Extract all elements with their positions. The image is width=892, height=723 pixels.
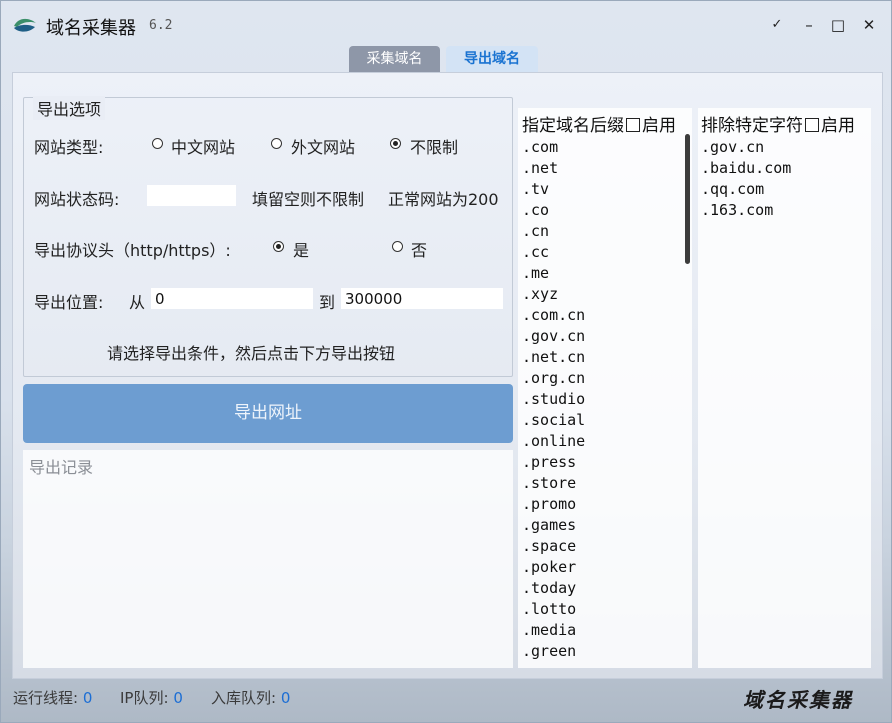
suffix-list-item[interactable]: .net [522,158,585,179]
exclude-list-item[interactable]: .163.com [701,200,791,221]
close-button[interactable]: ✕ [858,15,880,35]
position-from-input[interactable] [151,288,313,309]
suffix-enable-checkbox[interactable] [626,118,640,132]
suffix-list-item[interactable]: .com.cn [522,305,585,326]
position-from-label: 从 [129,293,146,312]
app-version: 6.2 [149,18,173,33]
pin-icon[interactable]: ✓ [766,15,788,35]
brand-logo: 域名采集器 [743,688,853,712]
exclude-enable-label[interactable]: 启用 [821,116,855,136]
suffix-list-item[interactable]: .cn [522,221,585,242]
radio-chinese-site[interactable] [152,138,163,149]
radio-protocol-no[interactable] [392,241,403,252]
radio-foreign-site-label[interactable]: 外文网站 [291,134,355,158]
exclude-panel-header: 排除特定字符 启用 [701,111,855,136]
suffix-list-item[interactable]: .games [522,515,585,536]
suffix-list-item[interactable]: .net.cn [522,347,585,368]
suffix-list-item[interactable]: .poker [522,557,585,578]
suffix-list-item[interactable]: .com [522,137,585,158]
radio-chinese-site-label[interactable]: 中文网站 [171,134,235,158]
export-log-area[interactable]: 导出记录 [23,450,513,668]
title-bar: 域名采集器 6.2 ✓ – □ ✕ [1,1,891,49]
suffix-list-item[interactable]: .space [522,536,585,557]
suffix-enable-label[interactable]: 启用 [642,116,676,136]
suffix-list[interactable]: .com .net .tv .co .cn .cc .me .xyz .com.cn .gov.c… [522,137,585,662]
protocol-label: 导出协议头（http/https）: [34,241,231,260]
app-title: 域名采集器 [46,18,136,39]
suffix-list-item[interactable]: .media [522,620,585,641]
status-db-label: 入库队列: [211,689,277,707]
suffix-list-item[interactable]: .press [522,452,585,473]
suffix-list-item[interactable]: .today [522,578,585,599]
position-to-label: 到 [319,293,336,312]
position-to-input[interactable] [341,288,503,309]
suffix-list-item[interactable]: .store [522,473,585,494]
suffix-list-item[interactable]: .social [522,410,585,431]
tab-collect-domains[interactable]: 采集域名 [349,46,440,72]
app-window: 域名采集器 6.2 ✓ – □ ✕ 采集域名 导出域名 导出选项 网站类型: 中… [0,0,892,723]
suffix-list-item[interactable]: .tv [522,179,585,200]
suffix-list-scrollbar[interactable] [685,134,690,264]
radio-protocol-no-label[interactable]: 否 [411,237,427,261]
export-options-legend: 导出选项 [33,96,106,120]
suffix-list-item[interactable]: .cc [522,242,585,263]
status-code-hint-normal: 正常网站为200 [388,190,499,209]
status-code-input[interactable] [147,185,236,206]
suffix-list-item[interactable]: .xyz [522,284,585,305]
suffix-list-item[interactable]: .me [522,263,585,284]
status-code-label: 网站状态码: [34,190,120,209]
exclude-list-item[interactable]: .gov.cn [701,137,791,158]
instruction-text: 请选择导出条件，然后点击下方导出按钮 [107,344,396,363]
suffix-list-item[interactable]: .online [522,431,585,452]
status-threads: 运行线程: 0 [13,687,92,708]
exclude-list-item[interactable]: .qq.com [701,179,791,200]
maximize-button[interactable]: □ [827,15,849,35]
exclude-list-item[interactable]: .baidu.com [701,158,791,179]
status-ip-value: 0 [173,689,183,707]
status-db-value: 0 [280,689,291,707]
status-db-queue: 入库队列: 0 [211,687,290,708]
status-ip-label: IP队列: [120,689,169,707]
radio-unlimited[interactable] [390,138,401,149]
site-type-label: 网站类型: [34,138,104,157]
position-label: 导出位置: [34,293,104,312]
suffix-list-item[interactable]: .studio [522,389,585,410]
minimize-button[interactable]: – [798,15,820,35]
radio-protocol-yes[interactable] [273,241,284,252]
exclude-enable-checkbox[interactable] [805,118,819,132]
suffix-list-item[interactable]: .promo [522,494,585,515]
radio-protocol-yes-label[interactable]: 是 [293,237,309,261]
export-log-placeholder: 导出记录 [29,458,94,477]
status-code-hint-empty: 填留空则不限制 [252,190,365,209]
suffix-list-item[interactable]: .co [522,200,585,221]
status-threads-value: 0 [82,689,93,707]
status-ip-queue: IP队列: 0 [120,687,183,708]
tab-export-domains[interactable]: 导出域名 [446,46,538,72]
app-logo-icon [14,18,36,32]
radio-unlimited-label[interactable]: 不限制 [410,134,458,158]
suffix-panel-title: 指定域名后缀 [522,116,624,136]
exclude-list[interactable]: .gov.cn .baidu.com .qq.com .163.com [701,137,791,221]
status-threads-label: 运行线程: [13,689,79,707]
suffix-panel-header: 指定域名后缀 启用 [522,111,676,136]
suffix-list-item[interactable]: .lotto [522,599,585,620]
radio-foreign-site[interactable] [271,138,282,149]
suffix-list-item[interactable]: .gov.cn [522,326,585,347]
suffix-list-item[interactable]: .org.cn [522,368,585,389]
suffix-list-item[interactable]: .green [522,641,585,662]
export-urls-button[interactable]: 导出网址 [23,384,513,443]
exclude-panel-title: 排除特定字符 [701,116,803,136]
